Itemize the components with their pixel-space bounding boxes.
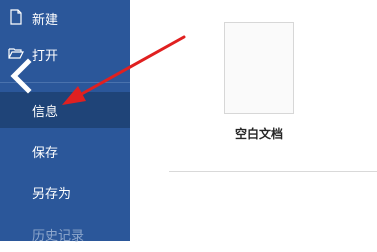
sidebar-item-save[interactable]: 保存 <box>0 133 130 169</box>
main-pane: 空白文档 <box>130 0 377 241</box>
sidebar-item-label: 另存为 <box>32 186 72 202</box>
sidebar-item-save-as[interactable]: 另存为 <box>0 174 130 210</box>
section-divider <box>169 171 377 172</box>
blank-document-template[interactable] <box>224 22 294 114</box>
backstage-sidebar: 新建 打开 信息 保存 另存为 历史记录 <box>0 0 130 244</box>
back-arrow-icon[interactable] <box>4 58 36 94</box>
sidebar-item-label: 新建 <box>32 12 59 28</box>
sidebar-item-label: 保存 <box>32 145 59 161</box>
sidebar-item-new[interactable]: 新建 <box>0 0 130 36</box>
sidebar-item-history[interactable]: 历史记录 <box>0 216 130 252</box>
new-document-icon <box>10 9 22 25</box>
sidebar-item-label: 信息 <box>32 104 59 120</box>
sidebar-item-info[interactable]: 信息 <box>0 92 130 128</box>
template-label: 空白文档 <box>234 127 283 141</box>
